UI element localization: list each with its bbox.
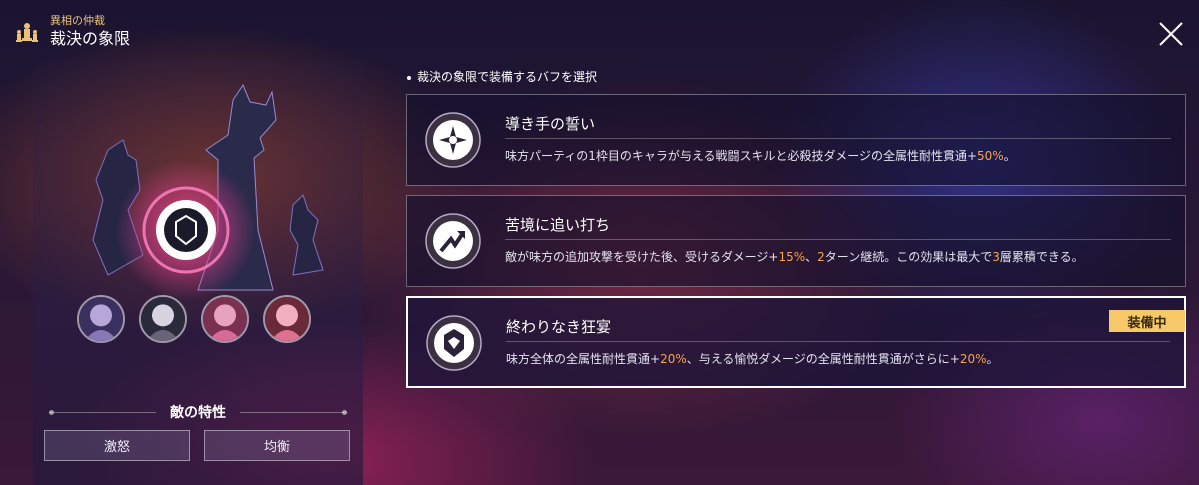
buff-card[interactable]: 導き手の誓い 味方パーティの1枠目のキャラが与える戦闘スキルと必殺技ダメージの全… [406,94,1186,186]
member-avatar[interactable] [263,295,311,343]
close-icon[interactable] [1157,20,1185,48]
header: 異相の仲裁 裁決の象限 [14,14,130,50]
buff-select-text: 裁決の象限で装備するバフを選択 [417,70,598,84]
team-members [77,295,311,343]
member-avatar[interactable] [77,295,125,343]
header-text: 異相の仲裁 裁決の象限 [50,14,130,50]
divider [49,409,156,415]
trait-button[interactable]: 均衡 [204,430,350,461]
header-subtitle: 異相の仲裁 [50,14,105,27]
divider [240,409,347,415]
bullet-icon [407,75,411,80]
member-avatar[interactable] [201,295,249,343]
buff-title: 終わりなき狂宴 [506,318,612,336]
trait-button[interactable]: 激怒 [44,430,190,461]
member-avatar[interactable] [139,295,187,343]
equipped-badge: 装備中 [1109,310,1185,332]
buff-description: 味方全体の全属性耐性貫通+20%、与える愉悦ダメージの全属性耐性貫通がさらに+2… [506,352,999,366]
buff-title: 苦境に追い打ち [505,216,611,234]
enemy-traits: 激怒 均衡 [44,430,350,461]
enemy-traits-title: 敵の特性 [170,405,226,421]
buff-title: 導き手の誓い [505,115,596,133]
buff-description: 味方パーティの1枠目のキャラが与える戦闘スキルと必殺技ダメージの全属性耐性貫通+… [505,149,1016,163]
oath-buff-icon [425,112,481,168]
divider [505,239,1171,240]
page: 異相の仲裁 裁決の象限 敵の特性 激怒 均衡 裁決の象限で装備するバフを選択 導… [0,0,1199,485]
left-panel: 敵の特性 激怒 均衡 [33,60,363,485]
buff-card-equipped[interactable]: 終わりなき狂宴 味方全体の全属性耐性貫通+20%、与える愉悦ダメージの全属性耐性… [406,296,1186,388]
chess-artwork [92,83,324,300]
buff-select-label: 裁決の象限で装備するバフを選択 [407,68,597,85]
header-title: 裁決の象限 [50,29,131,48]
buff-description: 敵が味方の追加攻撃を受けた後、受けるダメージ+15%、2ターン継続。この効果は最… [505,250,1084,264]
divider [505,138,1171,139]
buff-card[interactable]: 苦境に追い打ち 敵が味方の追加攻撃を受けた後、受けるダメージ+15%、2ターン継… [406,195,1186,287]
chess-pieces-icon [16,23,38,42]
enemy-traits-header: 敵の特性 [49,402,347,422]
feast-buff-icon [426,315,482,371]
pursuit-buff-icon [425,213,481,269]
divider [506,341,1170,342]
